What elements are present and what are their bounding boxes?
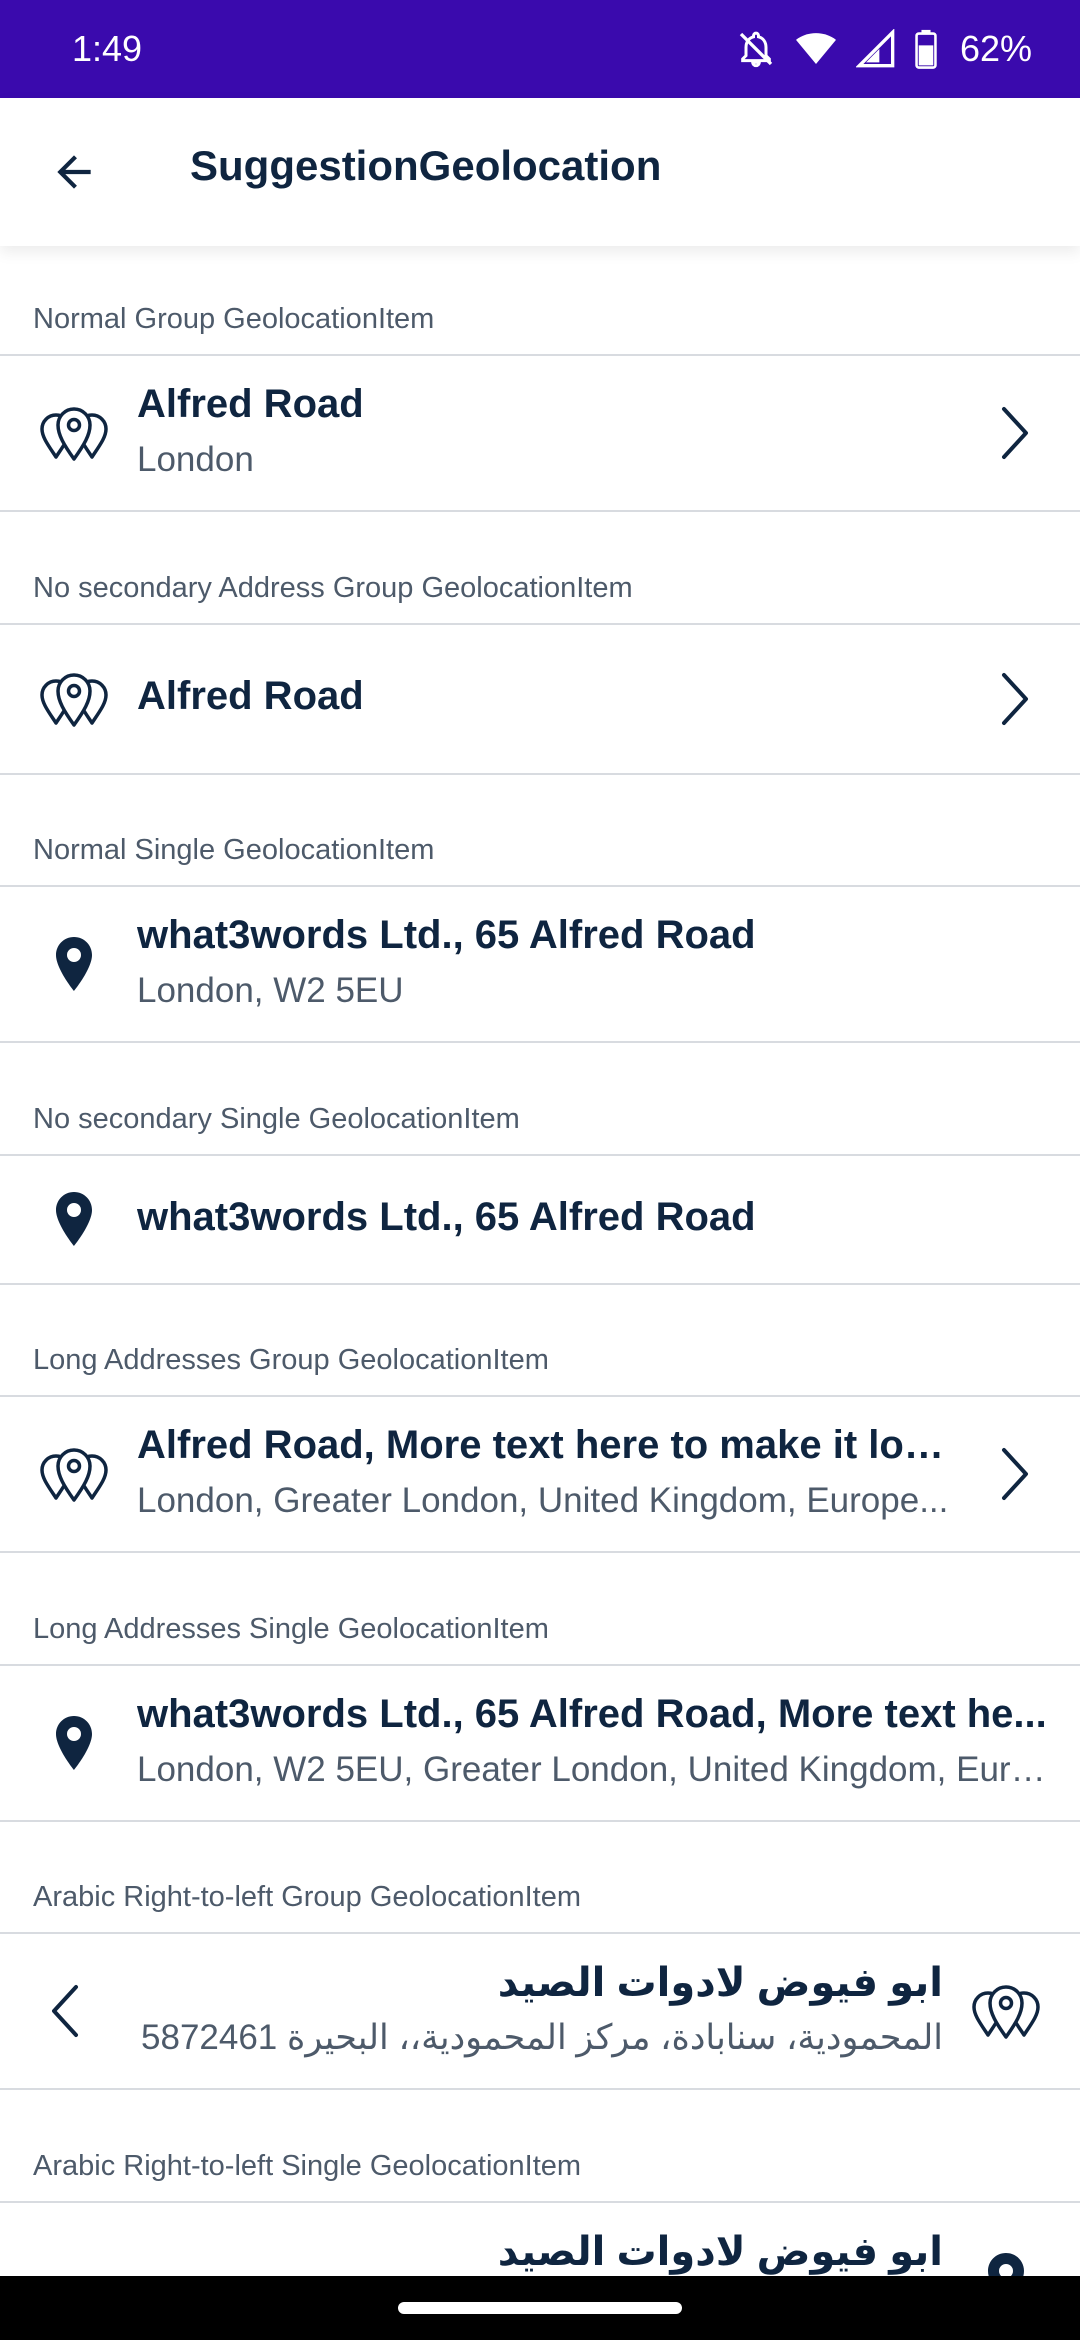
item-secondary-text: المحمودية، سنابادة، مركز المحمودية،، الب… [141,2018,943,2057]
geolocation-item-single[interactable]: what3words Ltd., 65 Alfred Road [0,1156,1080,1283]
divider [0,2088,1080,2090]
chevron-left-icon [36,1973,96,2049]
item-secondary-text: London, W2 5EU, Greater London, United K… [137,1750,1050,1789]
divider [0,510,1080,512]
item-secondary-text: London [137,440,254,479]
item-primary-text: what3words Ltd., 65 Alfred Road, More te… [137,1692,1047,1736]
status-bar: 1:49 62% [0,0,1080,98]
navigation-bar [0,2276,1080,2340]
item-primary-text: ابو فيوض لادوات الصيد [497,1961,943,2005]
section-header: Normal Group GeolocationItem [33,303,435,335]
geolocation-item-group[interactable]: Alfred Road [0,625,1080,773]
item-secondary-text: London, Greater London, United Kingdom, … [137,1481,949,1520]
section-header: No secondary Single GeolocationItem [33,1103,520,1135]
pin-icon [968,2242,1044,2276]
suggestion-list[interactable]: Normal Group GeolocationItem Alfred Road… [0,246,1080,2276]
item-secondary-text: London, W2 5EU [137,971,404,1010]
multi-pin-icon [36,661,112,737]
section-header: Arabic Right-to-left Group GeolocationIt… [33,1881,582,1913]
divider [0,1041,1080,1043]
section-header: Normal Single GeolocationItem [33,834,435,866]
chevron-right-icon [984,1436,1044,1512]
wifi-icon [794,29,838,69]
multi-pin-icon [36,395,112,471]
item-primary-text: ابو فيوض لادوات الصيد [497,2230,943,2274]
signal-icon [855,29,896,69]
section-header: Arabic Right-to-left Single GeolocationI… [33,2150,582,2182]
geolocation-item-group-rtl[interactable]: ابو فيوض لادوات الصيد المحمودية، سنابادة… [0,1934,1080,2088]
battery-percent: 62% [959,28,1032,69]
divider [0,1283,1080,1285]
home-gesture-handle[interactable] [398,2302,682,2314]
app-bar: SuggestionGeolocation [0,98,1080,246]
item-primary-text: Alfred Road, More text here to make it l… [137,1423,950,1467]
pin-icon [36,926,112,1002]
item-primary-text: Alfred Road [137,674,364,718]
chevron-right-icon [984,395,1044,471]
divider [0,1820,1080,1822]
geolocation-item-single-rtl[interactable]: ابو فيوض لادوات الصيد [0,2203,1080,2276]
back-button[interactable] [30,128,118,216]
status-time: 1:49 [72,28,143,69]
divider [0,773,1080,775]
page-title: SuggestionGeolocation [190,142,662,189]
pin-icon [36,1705,112,1781]
section-header: Long Addresses Single GeolocationItem [33,1613,549,1645]
chevron-right-icon [984,661,1044,737]
section-header: No secondary Address Group GeolocationIt… [33,572,633,604]
item-primary-text: Alfred Road [137,382,364,426]
geolocation-item-single[interactable]: what3words Ltd., 65 Alfred Road London, … [0,887,1080,1041]
battery-icon [914,29,938,69]
geolocation-item-single[interactable]: what3words Ltd., 65 Alfred Road, More te… [0,1666,1080,1820]
section-header: Long Addresses Group GeolocationItem [33,1344,549,1376]
arrow-back-icon [57,155,91,189]
status-icons: 62% [736,24,1032,74]
multi-pin-icon [968,1973,1044,2049]
item-primary-text: what3words Ltd., 65 Alfred Road [137,913,756,957]
geolocation-item-group[interactable]: Alfred Road, More text here to make it l… [0,1397,1080,1551]
multi-pin-icon [36,1436,112,1512]
item-primary-text: what3words Ltd., 65 Alfred Road [137,1195,756,1239]
pin-icon [36,1181,112,1257]
geolocation-item-group[interactable]: Alfred Road London [0,356,1080,510]
divider [0,1551,1080,1553]
do-not-disturb-icon [736,29,776,69]
